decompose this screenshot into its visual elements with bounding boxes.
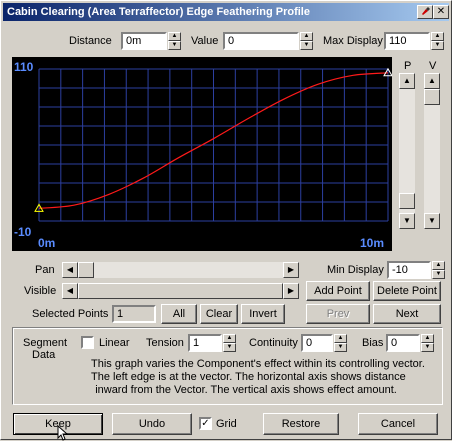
tension-spinner[interactable]: ▲ ▼	[223, 334, 236, 352]
scroll-left-icon[interactable]: ◀	[62, 262, 78, 278]
v-scrollbar[interactable]: ▲ ▼	[424, 73, 440, 229]
restore-button[interactable]: Restore	[263, 413, 339, 435]
scroll-right-icon[interactable]: ▶	[283, 262, 299, 278]
linear-checkbox[interactable]	[81, 336, 94, 349]
down-arrow-icon[interactable]: ▼	[432, 270, 445, 279]
bias-label: Bias	[362, 337, 384, 349]
down-arrow-icon[interactable]: ▼	[421, 343, 434, 352]
min-display-field[interactable]: -10	[387, 261, 431, 279]
distance-spinner[interactable]: ▲ ▼	[168, 32, 181, 50]
max-display-spinner[interactable]: ▲ ▼	[431, 32, 444, 50]
up-arrow-icon[interactable]: ▲	[334, 334, 347, 343]
up-arrow-icon[interactable]: ▲	[421, 334, 434, 343]
select-all-button[interactable]: All	[161, 304, 197, 324]
pan-scrollbar[interactable]: ◀ ▶	[62, 262, 299, 278]
v-scroll-label: V	[429, 60, 437, 72]
description-line: This graph varies the Component's effect…	[91, 358, 425, 370]
selected-points-label: Selected Points	[32, 308, 109, 320]
visible-scroll-thumb[interactable]	[78, 283, 283, 299]
description-line: The left edge is at the vector. The hori…	[91, 371, 406, 383]
y-min-label: -10	[14, 225, 32, 239]
profile-graph[interactable]: 110 -10 0m 10m	[12, 57, 393, 251]
help-pin-icon[interactable]	[417, 5, 433, 19]
up-arrow-icon[interactable]: ▲	[432, 261, 445, 270]
min-display-spinner[interactable]: ▲ ▼	[432, 261, 445, 279]
pan-scroll-thumb[interactable]	[78, 262, 94, 278]
value-spinner[interactable]: ▲ ▼	[300, 32, 313, 50]
p-scroll-label: P	[404, 60, 412, 72]
grid-label: Grid	[216, 418, 237, 430]
min-display-label: Min Display	[327, 264, 384, 276]
continuity-label: Continuity	[249, 337, 298, 349]
next-button[interactable]: Next	[373, 304, 441, 324]
continuity-spinner[interactable]: ▲ ▼	[334, 334, 347, 352]
y-max-label: 110	[14, 60, 34, 74]
scroll-up-icon[interactable]: ▲	[424, 73, 440, 89]
mouse-cursor-icon	[57, 425, 69, 441]
selected-points-field: 1	[112, 305, 156, 323]
graph-description: This graph varies the Component's effect…	[91, 358, 425, 397]
p-scrollbar[interactable]: ▲ ▼	[399, 73, 415, 229]
continuity-field[interactable]: 0	[301, 334, 333, 352]
segment-data-label-line2: Data	[32, 349, 56, 361]
down-arrow-icon[interactable]: ▼	[334, 343, 347, 352]
up-arrow-icon[interactable]: ▲	[223, 334, 236, 343]
scroll-right-icon[interactable]: ▶	[283, 283, 299, 299]
down-arrow-icon[interactable]: ▼	[431, 41, 444, 50]
tension-field[interactable]: 1	[188, 334, 222, 352]
pan-label: Pan	[35, 264, 55, 276]
prev-button[interactable]: Prev	[306, 304, 370, 324]
profile-window: Cabin Clearing (Area Terraffector) Edge …	[0, 0, 452, 441]
visible-label: Visible	[24, 285, 57, 297]
invert-selection-button[interactable]: Invert	[241, 304, 285, 324]
visible-scrollbar[interactable]: ◀ ▶	[62, 283, 299, 299]
value-label: Value	[191, 35, 219, 47]
bias-spinner[interactable]: ▲ ▼	[421, 334, 434, 352]
distance-label: Distance	[69, 35, 112, 47]
p-scroll-thumb[interactable]	[399, 193, 415, 209]
undo-button[interactable]: Undo	[112, 413, 192, 435]
linear-label: Linear	[99, 337, 130, 349]
description-line: inward from the Vector. The vertical axi…	[95, 384, 397, 396]
value-field[interactable]: 0	[223, 32, 299, 50]
delete-point-button[interactable]: Delete Point	[373, 281, 441, 301]
scroll-left-icon[interactable]: ◀	[62, 283, 78, 299]
close-icon[interactable]: ✕	[433, 5, 449, 19]
scroll-down-icon[interactable]: ▼	[399, 213, 415, 229]
max-display-field[interactable]: 110	[384, 32, 430, 50]
title-bar[interactable]: Cabin Clearing (Area Terraffector) Edge …	[3, 3, 449, 21]
down-arrow-icon[interactable]: ▼	[223, 343, 236, 352]
bias-field[interactable]: 0	[386, 334, 420, 352]
up-arrow-icon[interactable]: ▲	[168, 32, 181, 41]
x-min-label: 0m	[38, 236, 56, 250]
tension-label: Tension	[146, 337, 184, 349]
x-max-label: 10m	[360, 236, 385, 250]
cancel-button[interactable]: Cancel	[358, 413, 438, 435]
up-arrow-icon[interactable]: ▲	[300, 32, 313, 41]
up-arrow-icon[interactable]: ▲	[431, 32, 444, 41]
checkmark-icon: ✓	[201, 418, 210, 429]
grid-checkbox[interactable]: ✓	[199, 417, 212, 430]
clear-selection-button[interactable]: Clear	[200, 304, 238, 324]
graph-canvas[interactable]	[12, 57, 393, 251]
distance-field[interactable]: 0m	[121, 32, 167, 50]
scroll-up-icon[interactable]: ▲	[399, 73, 415, 89]
down-arrow-icon[interactable]: ▼	[168, 41, 181, 50]
v-scroll-thumb[interactable]	[424, 89, 440, 105]
down-arrow-icon[interactable]: ▼	[300, 41, 313, 50]
scroll-down-icon[interactable]: ▼	[424, 213, 440, 229]
max-display-label: Max Display	[323, 35, 383, 47]
window-title: Cabin Clearing (Area Terraffector) Edge …	[7, 6, 310, 18]
add-point-button[interactable]: Add Point	[306, 281, 370, 301]
